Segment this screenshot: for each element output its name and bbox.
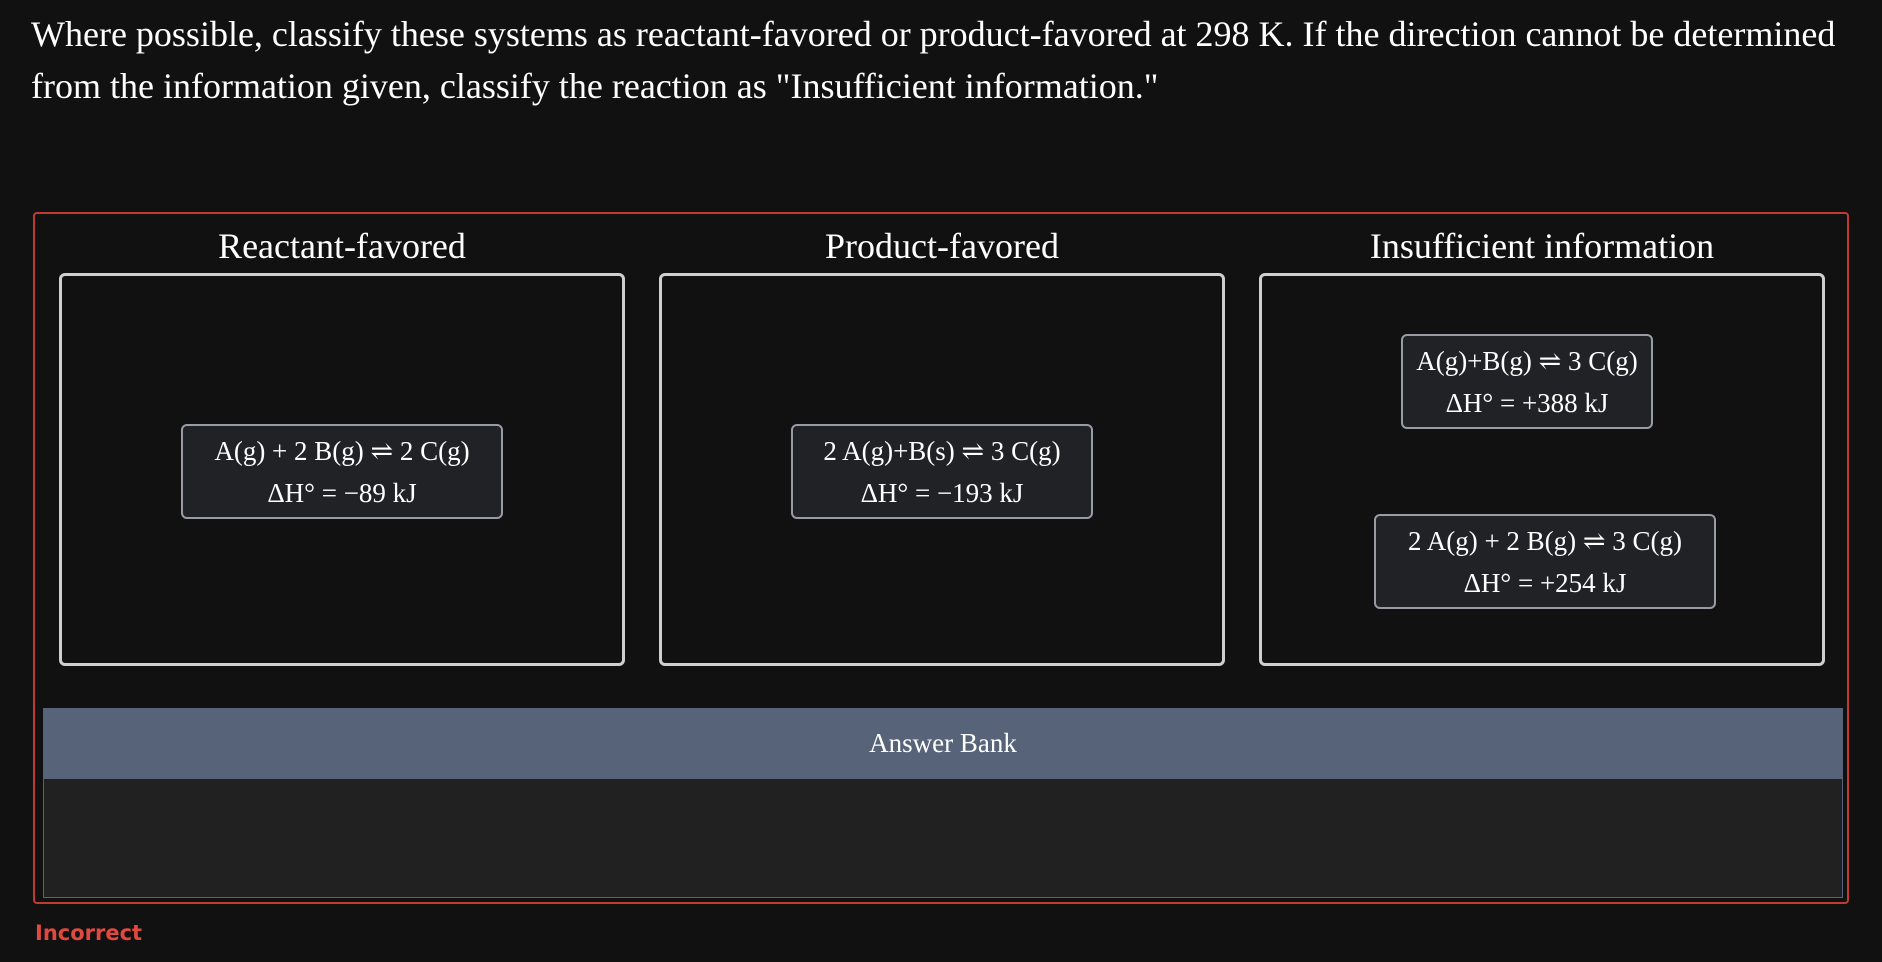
reaction-equation: A(g) + 2 B(g) ⇌ 2 C(g) [214,435,470,466]
answer-bank-header: Answer Bank [43,708,1843,779]
reaction-enthalpy: ΔH° = −193 kJ [860,477,1024,508]
answer-bank-dropzone[interactable] [43,779,1843,898]
question-prompt: Where possible, classify these systems a… [31,8,1861,112]
reaction-enthalpy: ΔH° = −89 kJ [267,477,417,508]
reaction-card[interactable]: 2 A(g) + 2 B(g) ⇌ 3 C(g) ΔH° = +254 kJ [1374,514,1716,609]
bin-product-favored[interactable]: 2 A(g)+B(s) ⇌ 3 C(g) ΔH° = −193 kJ [659,273,1225,666]
bin-title-product-favored: Product-favored [825,226,1059,266]
reaction-enthalpy: ΔH° = +254 kJ [1463,567,1627,598]
reaction-enthalpy: ΔH° = +388 kJ [1445,387,1609,418]
reaction-card[interactable]: 2 A(g)+B(s) ⇌ 3 C(g) ΔH° = −193 kJ [791,424,1093,519]
bin-title-insufficient-information: Insufficient information [1369,226,1715,266]
bin-insufficient-information[interactable]: A(g)+B(g) ⇌ 3 C(g) ΔH° = +388 kJ 2 A(g) … [1259,273,1825,666]
status-message: Incorrect [35,921,143,945]
prompt-line-2: from the information given, classify the… [31,66,1159,106]
reaction-card[interactable]: A(g)+B(g) ⇌ 3 C(g) ΔH° = +388 kJ [1401,334,1653,429]
reaction-equation: A(g)+B(g) ⇌ 3 C(g) [1416,345,1638,376]
reaction-card[interactable]: A(g) + 2 B(g) ⇌ 2 C(g) ΔH° = −89 kJ [181,424,503,519]
reaction-equation: 2 A(g) + 2 B(g) ⇌ 3 C(g) [1407,525,1683,556]
bin-reactant-favored[interactable]: A(g) + 2 B(g) ⇌ 2 C(g) ΔH° = −89 kJ [59,273,625,666]
bin-title-reactant-favored: Reactant-favored [218,226,466,266]
prompt-line-1: Where possible, classify these systems a… [31,14,1836,54]
reaction-equation: 2 A(g)+B(s) ⇌ 3 C(g) [823,435,1061,466]
answer-bank-title: Answer Bank [869,728,1017,758]
